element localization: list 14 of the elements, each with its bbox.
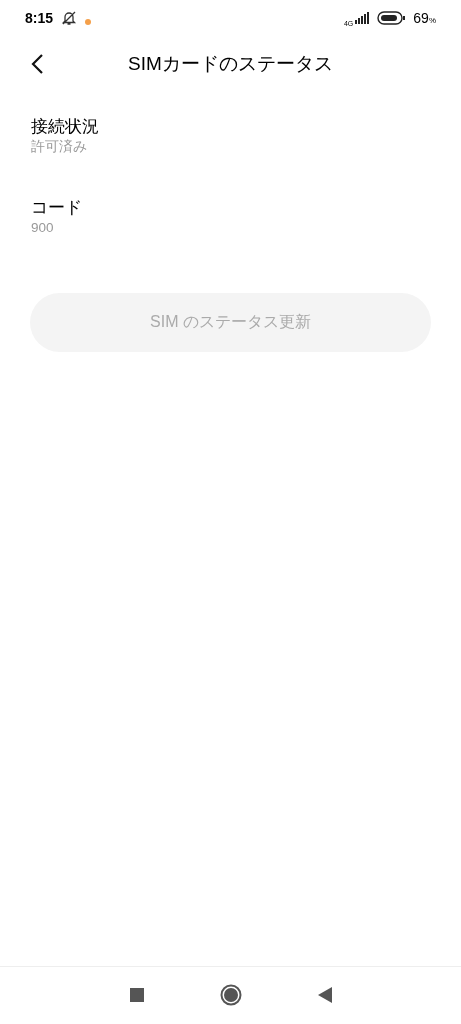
battery-percent: 69%	[413, 10, 436, 26]
status-time: 8:15	[25, 10, 54, 26]
home-icon[interactable]	[219, 983, 242, 1006]
battery-icon	[377, 11, 406, 25]
setting-label: 接続状況	[31, 116, 99, 138]
signal-icon	[355, 12, 370, 24]
notification-dot-icon	[85, 19, 92, 25]
back-icon[interactable]	[317, 986, 332, 1003]
setting-label: コード	[31, 197, 82, 219]
setting-value: 900	[31, 219, 54, 237]
page-title: SIMカードのステータス	[128, 53, 333, 74]
setting-value: 許可済み	[31, 138, 87, 156]
recent-apps-icon[interactable]	[129, 987, 144, 1002]
notifications-off-icon	[61, 10, 78, 26]
